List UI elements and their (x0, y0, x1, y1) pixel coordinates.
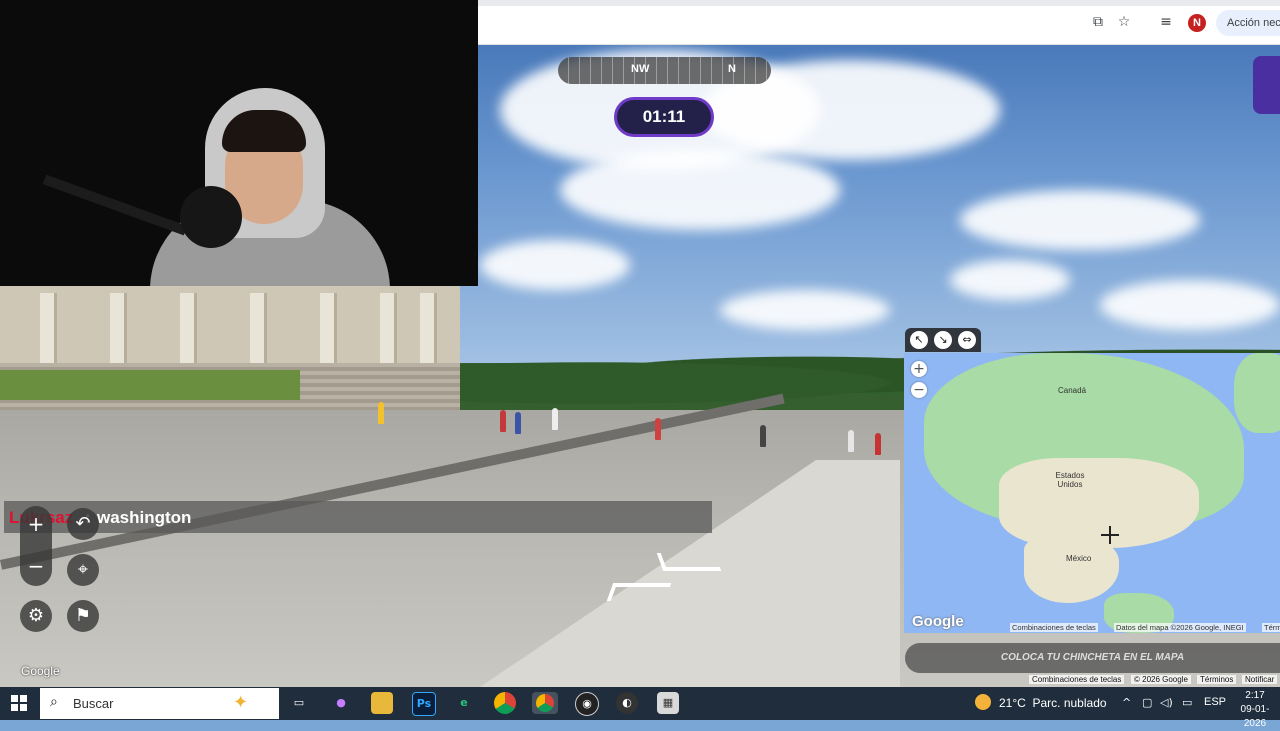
sparkle-icon: ✦ (233, 692, 249, 713)
zoom-in-button[interactable]: + (20, 508, 52, 540)
land-usa (999, 458, 1199, 548)
shrink-map-icon[interactable]: ↘ (934, 331, 952, 349)
clock-time: 2:17 (1245, 690, 1265, 701)
pedestrian (515, 412, 521, 434)
chat-text: washington (97, 508, 192, 527)
footer-terms-link[interactable]: Términos (1197, 675, 1237, 684)
move-arrow[interactable] (656, 553, 722, 571)
map-terms-link[interactable]: Térm (1262, 623, 1280, 632)
map-label-usa: Estados Unidos (1055, 471, 1085, 489)
action-needed-button[interactable]: Acción nece (1216, 10, 1280, 36)
settings-button[interactable]: ⚙ (20, 600, 52, 632)
pedestrian (552, 408, 558, 430)
place-pin-button[interactable]: COLOCA TU CHINCHETA EN EL MAPA (905, 643, 1280, 673)
taskbar-search-box[interactable]: ⌕ Buscar ✦ (40, 688, 279, 719)
cloud (1100, 280, 1280, 330)
map-size-controls: ↖ ↘ ⇔ (905, 328, 981, 352)
weather-sun-icon (975, 694, 991, 710)
return-to-start-button[interactable]: ⌖ (67, 554, 99, 586)
checkpoint-flag-button[interactable]: ⚑ (67, 600, 99, 632)
zoom-out-button[interactable]: − (20, 550, 52, 582)
streetview-google-watermark: Google (21, 664, 60, 678)
footer-copyright: © 2026 Google (1131, 675, 1191, 684)
pedestrian (500, 410, 506, 432)
microphone (180, 186, 242, 248)
guess-map[interactable]: + − Canadá Estados Unidos México Google … (904, 353, 1280, 633)
photoshop-icon[interactable]: Ps (412, 692, 436, 716)
footer-report-link[interactable]: Notificar (1242, 675, 1278, 684)
file-explorer-icon[interactable] (371, 692, 393, 714)
zoom-controls: + − (20, 506, 52, 586)
taskbar-search-placeholder: Buscar (73, 696, 114, 711)
chrome-active-icon[interactable] (532, 692, 558, 714)
cloud (480, 240, 630, 290)
map-label-mexico: México (1066, 554, 1092, 563)
microphone-arm (42, 174, 188, 236)
move-arrow[interactable] (606, 583, 672, 601)
map-google-logo: Google (912, 613, 964, 630)
weather-description: Parc. nublado (1032, 696, 1107, 710)
system-clock[interactable]: 2:17 09-01-2026 (1232, 689, 1278, 731)
expand-map-icon[interactable]: ↖ (910, 331, 928, 349)
land-mexico (1024, 538, 1119, 603)
copilot-icon[interactable]: ● (330, 692, 352, 714)
compass-bar: NW N (558, 57, 771, 84)
pedestrian (848, 430, 854, 452)
windows-taskbar: ⌕ Buscar ✦ ▭ ● Ps e ◉ ◐ ▦ 21°C Parc. nub… (0, 687, 1280, 729)
recorder-icon[interactable]: ◐ (616, 692, 638, 714)
install-app-icon[interactable]: ⧉ (1088, 12, 1108, 32)
map-shortcuts-link[interactable]: Combinaciones de teclas (1010, 623, 1098, 632)
browser-toolbar: ⧉ ☆ ≡ N Acción nece (478, 0, 1280, 45)
weather-temperature: 21°C (999, 696, 1026, 710)
map-crosshair-cursor (1101, 526, 1119, 544)
clock-date: 09-01-2026 (1240, 704, 1270, 729)
edge-icon[interactable]: e (453, 692, 475, 714)
cyclist (378, 402, 384, 424)
battery-icon[interactable]: ▭ (1182, 696, 1192, 709)
map-data-attribution: Datos del mapa ©2026 Google, INEGI (1114, 623, 1246, 632)
cloud (720, 290, 890, 330)
tab-strip (478, 0, 1280, 6)
media-control-icon[interactable]: ≡ (1156, 12, 1176, 32)
land-greenland (1234, 353, 1280, 433)
map-zoom-in-button[interactable]: + (911, 361, 927, 377)
pedestrian (655, 418, 661, 440)
chat-message: Lukrsaz : washington (4, 501, 712, 533)
webcam-overlay (0, 0, 478, 286)
pin-map-icon[interactable]: ⇔ (958, 331, 976, 349)
lawn (0, 370, 300, 400)
obs-icon[interactable]: ◉ (575, 692, 599, 716)
cloud (950, 260, 1070, 300)
cloud (960, 190, 1200, 250)
bookmark-star-icon[interactable]: ☆ (1114, 12, 1134, 32)
volume-icon[interactable]: ◁) (1160, 696, 1173, 709)
chrome-icon[interactable] (494, 692, 516, 714)
map-zoom-out-button[interactable]: − (911, 382, 927, 398)
profile-avatar[interactable]: N (1188, 14, 1206, 32)
weather-widget[interactable]: 21°C Parc. nublado (975, 694, 1107, 710)
windows-start-icon[interactable] (11, 695, 27, 711)
round-timer: 01:11 (614, 97, 714, 137)
pedestrian (760, 425, 766, 447)
footer-shortcuts-link[interactable]: Combinaciones de teclas (1029, 675, 1125, 684)
cloud (560, 150, 840, 230)
network-icon[interactable]: ▢ (1142, 696, 1152, 709)
undo-button[interactable]: ↶ (67, 508, 99, 540)
window-app-icon[interactable]: ▦ (657, 692, 679, 714)
task-view-icon[interactable]: ▭ (288, 692, 310, 714)
language-indicator[interactable]: ESP (1204, 696, 1226, 708)
search-icon: ⌕ (50, 694, 58, 710)
side-panel-tab[interactable] (1253, 56, 1280, 114)
compass-nw-label: NW (631, 63, 650, 75)
map-label-canada: Canadá (1058, 386, 1087, 395)
compass-n-label: N (728, 63, 736, 75)
tray-overflow-icon[interactable]: ^ (1122, 696, 1131, 709)
pedestrian (875, 433, 881, 455)
